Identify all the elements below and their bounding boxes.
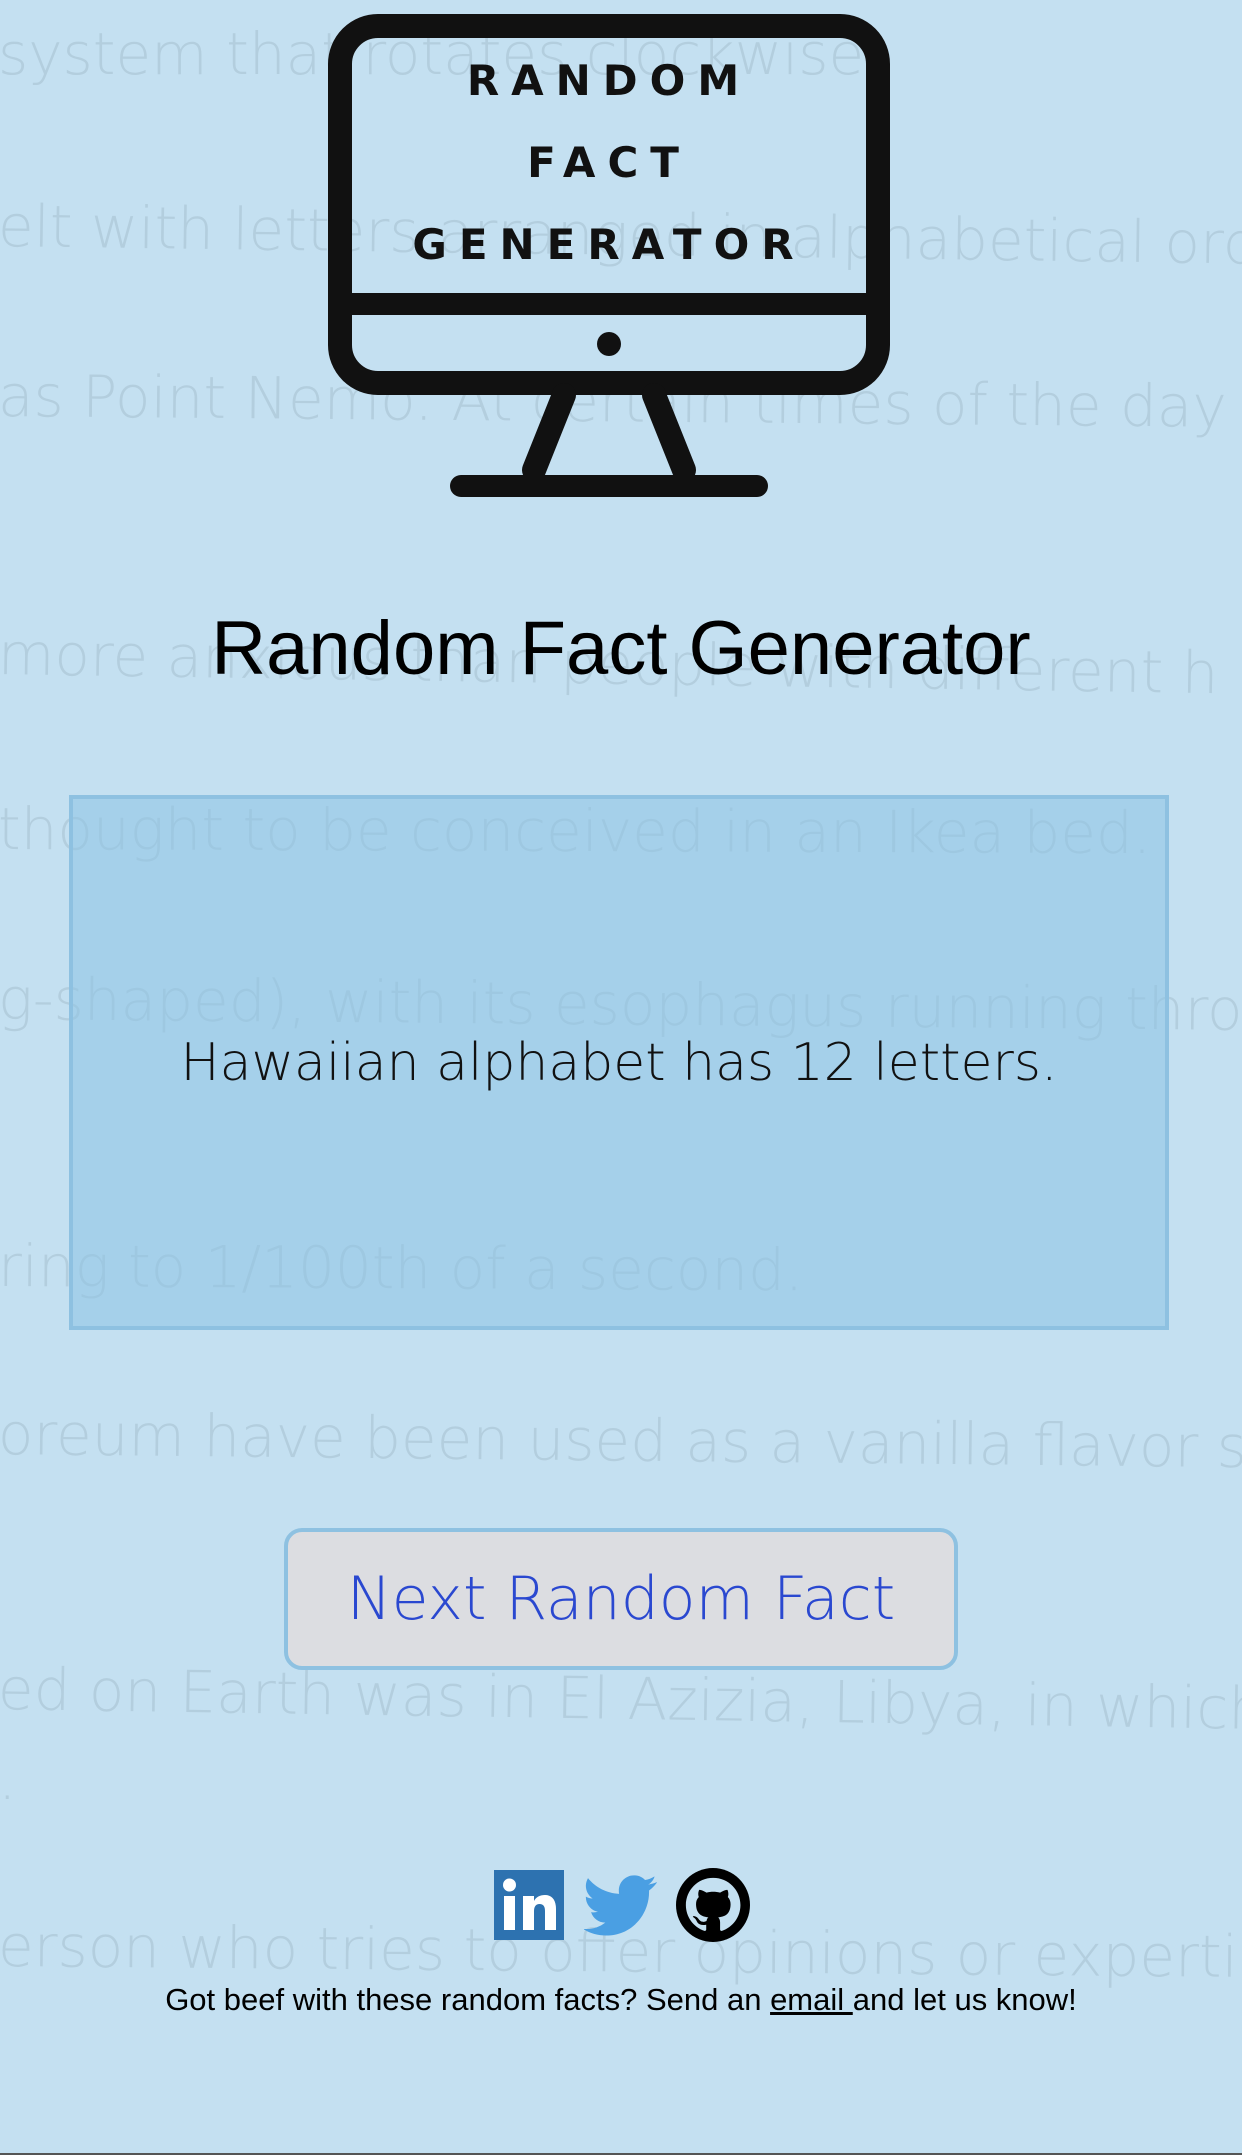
linkedin-icon xyxy=(494,1870,564,1940)
background-line: . xyxy=(0,1745,16,1813)
fact-box: Hawaiian alphabet has 12 letters. xyxy=(69,795,1169,1330)
logo-line-random: RANDOM xyxy=(466,56,752,105)
footer-text-before: Got beef with these random facts? Send a… xyxy=(165,1982,771,2017)
footer-text-after: and let us know! xyxy=(852,1982,1077,2017)
logo-line-fact: FACT xyxy=(527,138,691,187)
social-links xyxy=(0,1868,1242,1942)
twitter-icon xyxy=(584,1875,657,1936)
page-title: Random Fact Generator xyxy=(211,606,1031,691)
background-line: oreum have been used as a vanilla flavor… xyxy=(0,1400,1242,1482)
footer-text: Got beef with these random facts? Send a… xyxy=(0,1982,1242,2018)
monitor-logo: RANDOM FACT GENERATOR xyxy=(328,14,890,504)
linkedin-link[interactable] xyxy=(492,1868,566,1942)
twitter-link[interactable] xyxy=(584,1868,658,1942)
logo-line-generator: GENERATOR xyxy=(412,220,806,269)
next-random-fact-button[interactable]: Next Random Fact xyxy=(284,1528,958,1670)
email-link[interactable]: email xyxy=(770,1982,853,2017)
fact-text: Hawaiian alphabet has 12 letters. xyxy=(180,1032,1058,1093)
github-link[interactable] xyxy=(676,1868,750,1942)
github-icon xyxy=(676,1868,750,1942)
